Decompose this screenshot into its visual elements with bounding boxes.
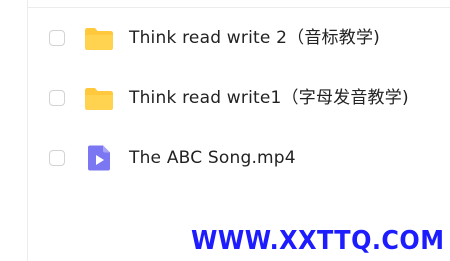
file-name[interactable]: The ABC Song.mp4 [129,146,296,170]
file-name[interactable]: Think read write1（字母发音教学) [129,86,409,110]
video-file-icon [84,145,114,171]
file-row-folder-1[interactable]: Think read write 2（音标教学) [28,8,450,68]
row-checkbox[interactable] [49,30,65,46]
row-checkbox[interactable] [49,90,65,106]
file-row-folder-2[interactable]: Think read write1（字母发音教学) [28,68,450,128]
file-row-video[interactable]: The ABC Song.mp4 [28,128,450,188]
folder-icon [84,25,114,51]
file-name[interactable]: Think read write 2（音标教学) [129,26,380,50]
folder-icon [84,85,114,111]
file-list: Think read write 2（音标教学) Think read writ… [28,8,450,188]
row-checkbox[interactable] [49,150,65,166]
file-browser-panel: Think read write 2（音标教学) Think read writ… [0,0,450,261]
watermark-text: WWW.XXTTQ.COM [190,226,444,256]
